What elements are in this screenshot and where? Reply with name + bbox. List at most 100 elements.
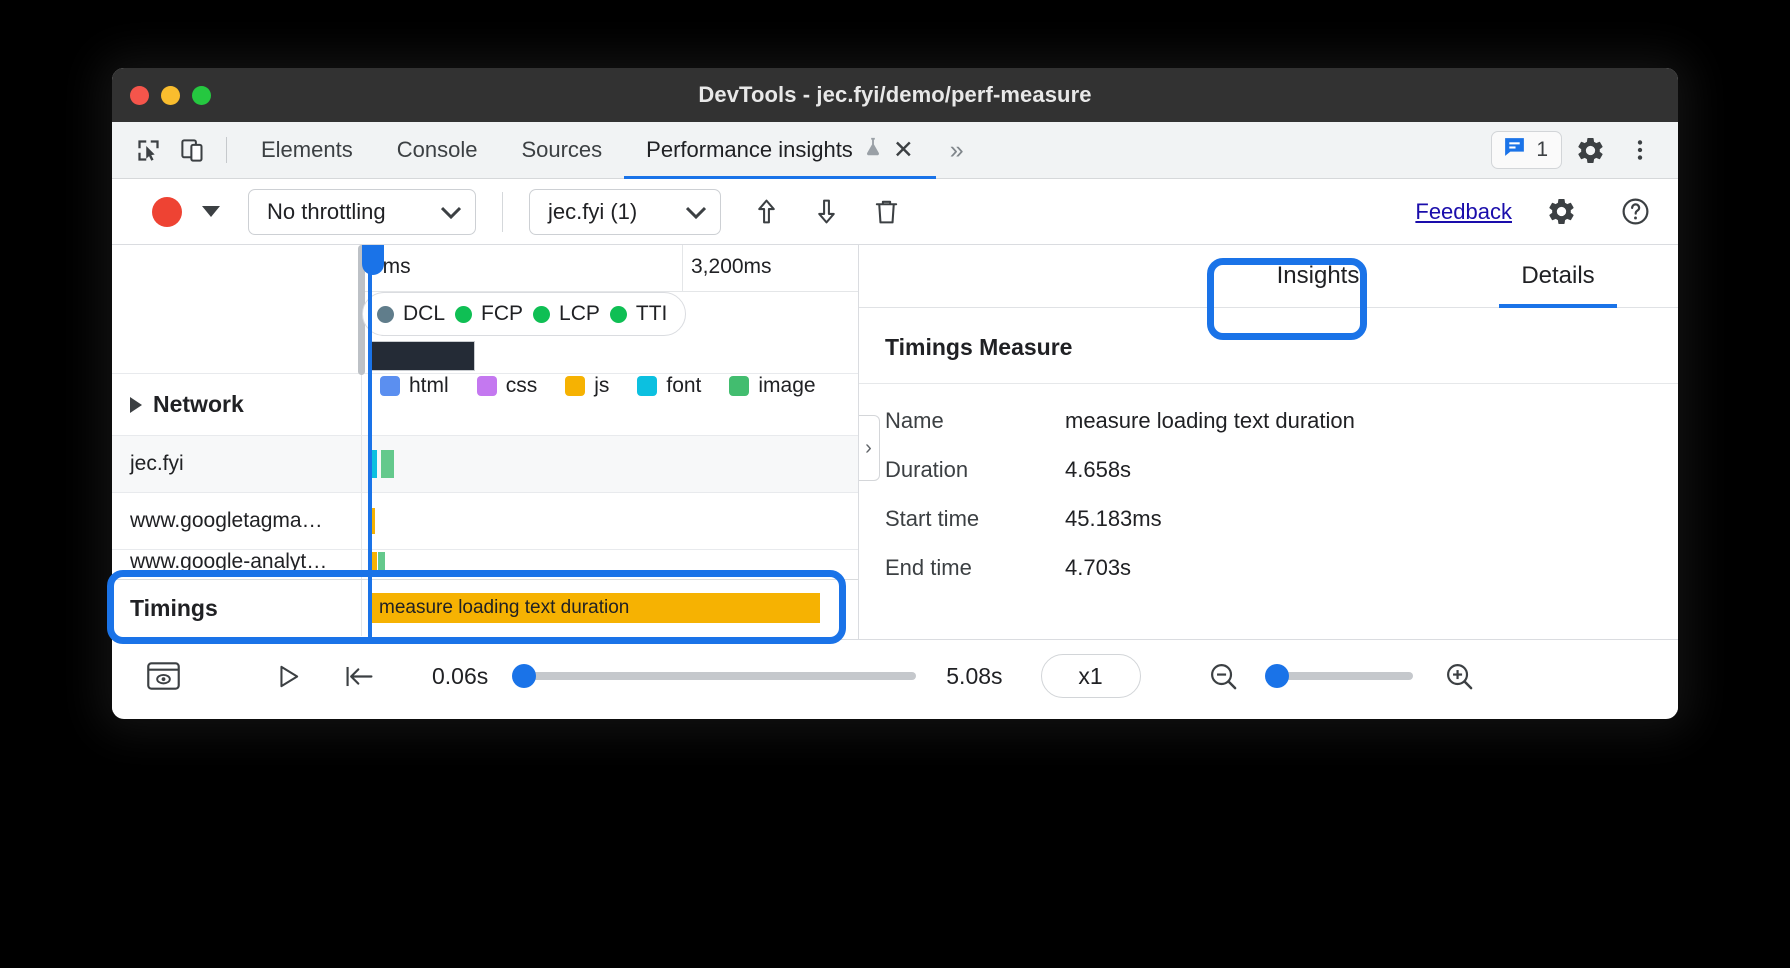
legend-swatch-js	[565, 376, 585, 396]
detail-key-start-time: Start time	[885, 506, 1065, 532]
more-vertical-icon[interactable]	[1618, 128, 1662, 172]
screenshot-root: DevTools - jec.fyi/demo/perf-measure Ele…	[0, 0, 1790, 968]
tab-details[interactable]: Details	[1438, 245, 1678, 308]
legend-swatch-font	[637, 376, 657, 396]
range-end-label: 5.08s	[946, 663, 1002, 690]
flask-icon	[862, 135, 884, 165]
tab-details-label: Details	[1521, 262, 1594, 290]
track-group-timings-label-cell[interactable]: Timings	[112, 580, 362, 636]
minimize-window-button[interactable]	[161, 86, 180, 105]
details-pane-tabs: Insights Details	[859, 245, 1678, 308]
feedback-link[interactable]: Feedback	[1415, 199, 1512, 225]
time-range-slider[interactable]	[516, 672, 916, 680]
main-content: 0ms 3,200ms DCL FCP	[112, 245, 1678, 639]
filmstrip-thumbnail[interactable]	[371, 341, 475, 371]
tab-elements[interactable]: Elements	[239, 122, 375, 179]
detail-value-end-time: 4.703s	[1065, 555, 1131, 581]
legend-item-font: font	[637, 374, 701, 398]
chevron-down-icon	[686, 199, 706, 225]
timeline-pane[interactable]: 0ms 3,200ms DCL FCP	[112, 245, 859, 639]
details-pane: › Insights Details Timings Measure Name …	[859, 245, 1678, 639]
gear-icon[interactable]	[1536, 189, 1586, 235]
legend-swatch-html	[380, 376, 400, 396]
marker-dcl-label: DCL	[403, 302, 445, 326]
throttling-select[interactable]: No throttling	[248, 189, 476, 235]
chevron-right-icon[interactable]: ›	[859, 415, 880, 481]
triangle-right-icon[interactable]	[130, 397, 142, 413]
detail-key-name: Name	[885, 408, 1065, 434]
zoom-level-button[interactable]: x1	[1041, 654, 1141, 698]
legend-label-font: font	[666, 374, 701, 398]
timings-measure-bar-label: measure loading text duration	[379, 597, 629, 619]
marker-tti-label: TTI	[636, 302, 668, 326]
table-row[interactable]: jec.fyi	[112, 435, 859, 492]
record-button[interactable]	[152, 197, 182, 227]
toolbar-right-actions: Feedback	[1415, 189, 1660, 235]
issues-button[interactable]: 1	[1491, 131, 1562, 169]
gear-icon[interactable]	[1568, 128, 1612, 172]
play-icon[interactable]	[258, 651, 316, 701]
screenshot-preview-icon[interactable]	[134, 651, 192, 701]
legend-item-image: image	[729, 374, 815, 398]
inspect-cursor-icon[interactable]	[126, 128, 170, 172]
tab-insights[interactable]: Insights	[1198, 245, 1438, 308]
network-row-1-label: www.googletagma…	[130, 509, 323, 533]
tab-sources[interactable]: Sources	[499, 122, 624, 179]
devtools-window: DevTools - jec.fyi/demo/perf-measure Ele…	[112, 68, 1678, 719]
zoom-window-button[interactable]	[192, 86, 211, 105]
network-bar-image-2	[378, 552, 385, 576]
track-group-timings[interactable]: Timings measure loading text duration	[112, 579, 859, 636]
table-row[interactable]: www.google-analyt…	[112, 549, 859, 579]
zoom-slider-knob[interactable]	[1265, 664, 1289, 688]
zoom-out-icon[interactable]	[1195, 651, 1253, 701]
network-legend: html css js	[380, 374, 834, 398]
help-icon[interactable]	[1610, 189, 1660, 235]
chevron-down-icon	[441, 199, 461, 225]
track-group-network-label-cell[interactable]: Network	[112, 374, 362, 435]
throttling-value: No throttling	[267, 199, 386, 225]
window-titlebar: DevTools - jec.fyi/demo/perf-measure	[112, 68, 1678, 122]
device-toolbar-icon[interactable]	[170, 128, 214, 172]
detail-value-duration: 4.658s	[1065, 457, 1131, 483]
table-row[interactable]: www.googletagma…	[112, 492, 859, 549]
close-window-button[interactable]	[130, 86, 149, 105]
detail-key-end-time: End time	[885, 555, 1065, 581]
marker-dcl[interactable]: DCL	[377, 302, 445, 326]
playhead-line	[368, 245, 372, 639]
track-group-network-track: html css js	[362, 374, 859, 435]
network-row-2-label-cell[interactable]: www.google-analyt…	[112, 550, 362, 579]
more-tabs-icon[interactable]: »	[936, 136, 978, 165]
legend-label-js: js	[594, 374, 609, 398]
download-icon[interactable]	[801, 189, 851, 235]
tab-sources-label: Sources	[521, 137, 602, 163]
trash-icon[interactable]	[861, 189, 911, 235]
legend-item-css: css	[477, 374, 538, 398]
record-dropdown-caret[interactable]	[202, 206, 220, 217]
track-group-network[interactable]: Network html css	[112, 373, 859, 435]
ruler-tick-1: 3,200ms	[682, 245, 683, 292]
network-row-0-label-cell[interactable]: jec.fyi	[112, 436, 362, 492]
zoom-in-icon[interactable]	[1431, 651, 1489, 701]
timeline-bottom-toolbar: 0.06s 5.08s x1	[112, 639, 1678, 712]
timings-measure-bar[interactable]: measure loading text duration	[370, 593, 820, 623]
playhead-handle[interactable]	[362, 245, 384, 275]
time-range-slider-knob[interactable]	[512, 664, 536, 688]
timeline-ruler[interactable]: 0ms 3,200ms	[112, 245, 858, 292]
detail-row-name: Name measure loading text duration	[859, 396, 1678, 445]
zoom-slider[interactable]	[1271, 672, 1413, 680]
jump-to-start-icon[interactable]	[330, 651, 388, 701]
tab-performance-insights[interactable]: Performance insights ✕	[624, 122, 936, 179]
marker-lcp[interactable]: LCP	[533, 302, 600, 326]
traffic-light-group	[130, 68, 211, 122]
track-group-timings-track: measure loading text duration	[362, 580, 859, 636]
legend-item-html: html	[380, 374, 449, 398]
target-select[interactable]: jec.fyi (1)	[529, 189, 721, 235]
close-tab-icon[interactable]: ✕	[893, 138, 914, 163]
marker-fcp[interactable]: FCP	[455, 302, 523, 326]
network-row-1-label-cell[interactable]: www.googletagma…	[112, 493, 362, 549]
track-group-network-label: Network	[153, 391, 244, 418]
tab-console[interactable]: Console	[375, 122, 500, 179]
detail-row-duration: Duration 4.658s	[859, 445, 1678, 494]
marker-tti[interactable]: TTI	[610, 302, 668, 326]
upload-icon[interactable]	[741, 189, 791, 235]
